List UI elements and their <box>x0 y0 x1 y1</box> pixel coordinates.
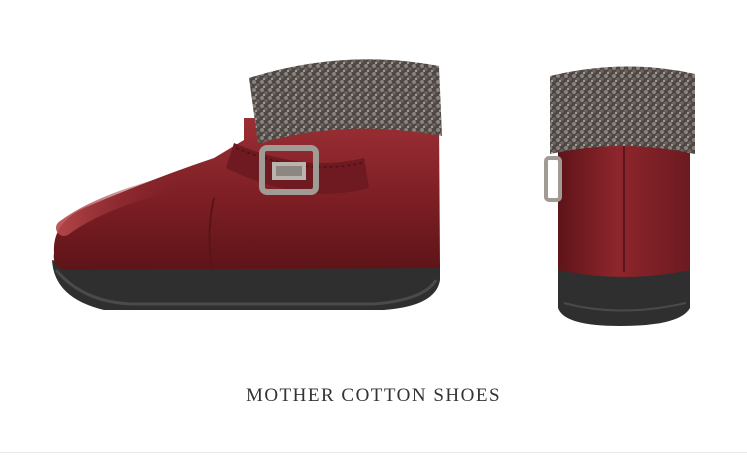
product-title: MOTHER COTTON SHOES <box>245 385 502 406</box>
product-image: MOTHER COTTON SHOES <box>0 0 747 467</box>
boot-side-view <box>52 59 442 310</box>
divider <box>0 452 747 453</box>
boot-back-view <box>544 66 695 326</box>
